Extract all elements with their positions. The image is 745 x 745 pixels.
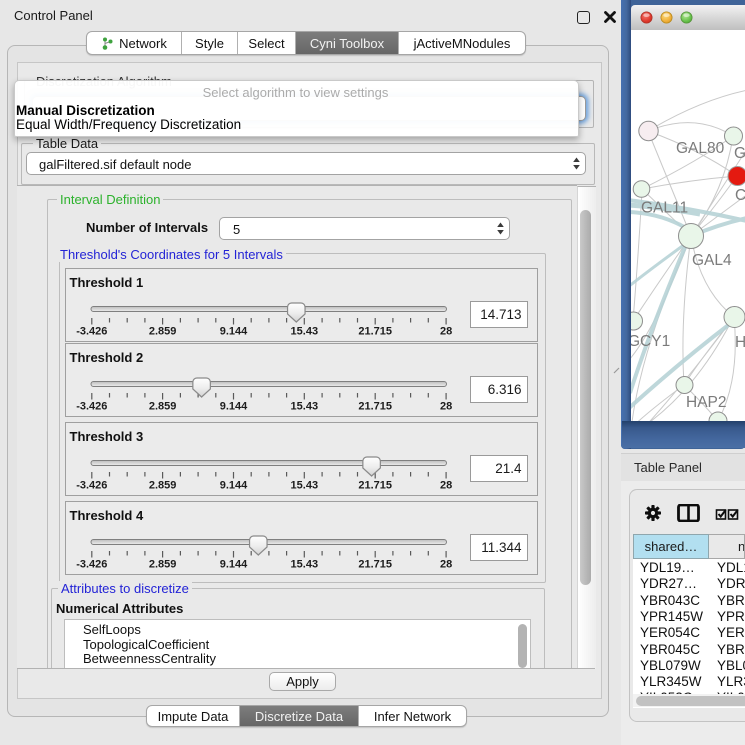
svg-text:2.859: 2.859 bbox=[148, 559, 176, 571]
svg-text:15.43: 15.43 bbox=[290, 326, 318, 338]
svg-text:28: 28 bbox=[439, 326, 451, 338]
svg-text:GA: GA bbox=[734, 145, 745, 162]
svg-text:-3.426: -3.426 bbox=[76, 401, 107, 413]
svg-text:2.859: 2.859 bbox=[148, 480, 176, 492]
svg-text:9.144: 9.144 bbox=[219, 326, 247, 338]
svg-text:15.43: 15.43 bbox=[290, 559, 318, 571]
svg-text:-3.426: -3.426 bbox=[76, 559, 107, 571]
svg-text:9.144: 9.144 bbox=[219, 559, 247, 571]
svg-text:21.715: 21.715 bbox=[358, 326, 392, 338]
svg-text:21.715: 21.715 bbox=[358, 401, 392, 413]
svg-text:9.144: 9.144 bbox=[219, 480, 247, 492]
svg-text:21.715: 21.715 bbox=[358, 480, 392, 492]
svg-text:28: 28 bbox=[439, 401, 451, 413]
svg-text:GAL4: GAL4 bbox=[692, 252, 732, 269]
svg-text:C: C bbox=[735, 187, 745, 204]
svg-text:15.43: 15.43 bbox=[290, 401, 318, 413]
svg-text:28: 28 bbox=[439, 480, 451, 492]
svg-text:-3.426: -3.426 bbox=[76, 480, 107, 492]
svg-text:15.43: 15.43 bbox=[290, 480, 318, 492]
svg-text:2.859: 2.859 bbox=[148, 326, 176, 338]
svg-text:2.859: 2.859 bbox=[148, 401, 176, 413]
svg-text:H: H bbox=[735, 334, 745, 351]
svg-text:GAL80: GAL80 bbox=[676, 140, 725, 157]
svg-text:GAL11: GAL11 bbox=[641, 200, 688, 217]
svg-text:HAP2: HAP2 bbox=[686, 394, 727, 411]
svg-text:9.144: 9.144 bbox=[219, 401, 247, 413]
svg-text:21.715: 21.715 bbox=[358, 559, 392, 571]
svg-text:GCY1: GCY1 bbox=[631, 333, 670, 350]
svg-text:-3.426: -3.426 bbox=[76, 326, 107, 338]
svg-text:28: 28 bbox=[439, 559, 451, 571]
